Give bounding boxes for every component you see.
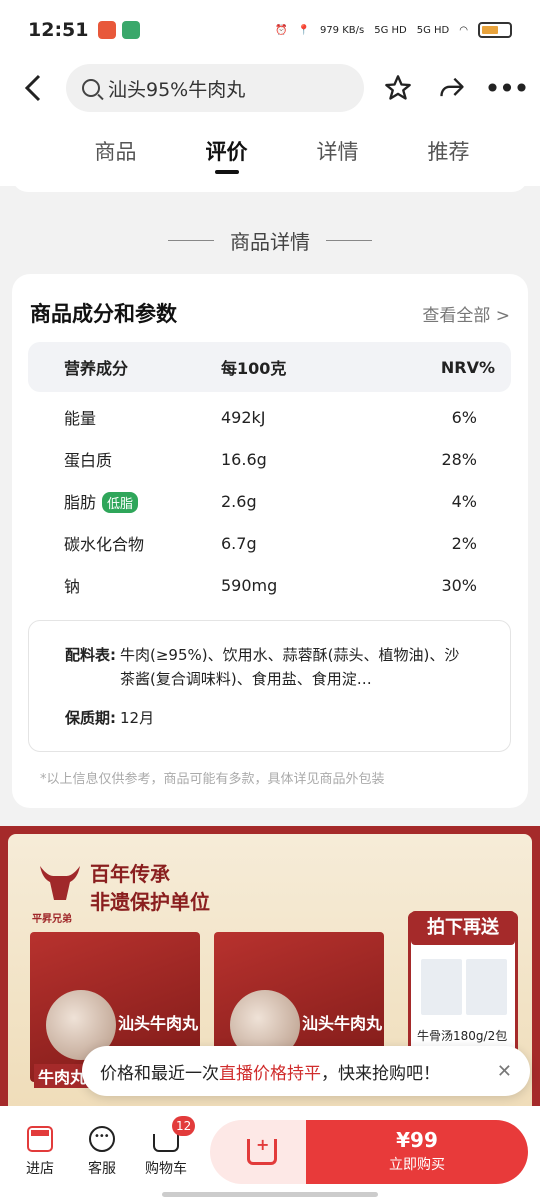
gift-caption: 牛骨汤180g/2包 xyxy=(417,1029,508,1043)
previous-card-edge xyxy=(12,186,528,192)
disclaimer: *以上信息仅供参考，商品可能有多款，具体详见商品外包装 xyxy=(40,772,385,787)
tab-recommend[interactable]: 推荐 xyxy=(393,116,504,186)
status-time: 12:51 xyxy=(28,19,89,41)
share-button[interactable] xyxy=(430,66,474,110)
app-notification-icon xyxy=(122,21,141,39)
bottom-action-bar: 进店 客服 12 购物车 ¥99 立即购买 xyxy=(0,1106,540,1200)
ingredients-box[interactable]: 配料表: 牛肉(≥95%)、饮用水、蒜蓉酥(蒜头、植物油)、沙茶酱(复合调味料)… xyxy=(28,620,511,752)
price-toast: 价格和最近一次直播价格持平，快来抢购吧！ ✕ xyxy=(82,1046,530,1096)
shelf-life-value: 12月 xyxy=(120,709,155,727)
app-notification-icon xyxy=(98,21,117,39)
store-button[interactable]: 进店 xyxy=(12,1126,68,1178)
ingredients-label: 配料表: xyxy=(65,646,116,664)
cart-count-badge: 12 xyxy=(172,1116,196,1136)
price: ¥99 xyxy=(396,1128,438,1152)
top-navigation: 汕头95%牛肉丸 ••• xyxy=(0,60,540,116)
home-indicator[interactable] xyxy=(162,1192,378,1197)
card-title: 商品成分和参数 xyxy=(30,302,177,326)
gift-title: 拍下再送 xyxy=(411,911,515,945)
tab-details[interactable]: 详情 xyxy=(282,116,393,186)
cart-icon xyxy=(153,1134,179,1152)
search-text: 汕头95%牛肉丸 xyxy=(108,78,246,101)
table-row: 能量 492kJ 6% xyxy=(64,407,477,429)
add-to-cart-button[interactable] xyxy=(210,1120,314,1184)
network-speed: 979 xyxy=(319,24,340,36)
favorite-button[interactable] xyxy=(376,66,420,110)
gift-panel: 拍下再送 牛骨汤180g/2包 xyxy=(408,911,518,1062)
buy-label: 立即购买 xyxy=(389,1157,445,1173)
shelf-life-label: 保质期: xyxy=(65,709,116,727)
status-bar: 12:51 ⏰ 📍 979 KB/s 5G HD 5G HD ◠ xyxy=(0,0,540,60)
wifi-icon: ◠ xyxy=(459,24,468,36)
slogan-line2: 非遗保护单位 xyxy=(90,890,210,914)
search-icon xyxy=(82,79,100,97)
share-icon xyxy=(440,77,464,97)
product-params-card: 商品成分和参数 查看全部 > 营养成分 每100克 NRV% 能量 492kJ … xyxy=(12,274,528,808)
buy-now-button[interactable]: ¥99 立即购买 xyxy=(306,1120,528,1184)
view-all-link[interactable]: 查看全部 > xyxy=(422,301,510,326)
add-cart-icon xyxy=(247,1135,277,1165)
signal-icon: 5G HD xyxy=(416,24,450,36)
table-row: 钠 590mg 30% xyxy=(64,575,477,597)
slogan-line1: 百年传承 xyxy=(90,862,170,886)
tab-reviews[interactable]: 评价 xyxy=(171,116,282,186)
nutrition-table-header: 营养成分 每100克 NRV% xyxy=(28,342,511,392)
cart-button[interactable]: 12 购物车 xyxy=(138,1116,196,1178)
chat-icon xyxy=(89,1126,115,1152)
product-tabs: 商品 评价 详情 推荐 xyxy=(0,116,540,186)
table-row: 脂肪 低脂 2.6g 4% xyxy=(64,491,477,513)
chevron-left-icon xyxy=(24,74,41,102)
battery-icon xyxy=(478,22,512,38)
back-button[interactable] xyxy=(8,63,58,113)
more-button[interactable]: ••• xyxy=(484,66,530,110)
table-row: 蛋白质 16.6g 28% xyxy=(64,449,477,471)
star-icon xyxy=(385,75,411,100)
customer-service-button[interactable]: 客服 xyxy=(74,1126,130,1178)
bull-logo-icon xyxy=(40,866,80,900)
search-input[interactable]: 汕头95%牛肉丸 xyxy=(66,64,364,112)
store-icon xyxy=(27,1126,53,1152)
nutrition-table: 能量 492kJ 6% 蛋白质 16.6g 28% 脂肪 低脂 2.6g 4% 碳… xyxy=(28,396,511,606)
brand-name: 平昇兄弟 xyxy=(32,914,72,925)
close-icon[interactable]: ✕ xyxy=(497,1061,512,1082)
signal-icon: 5G HD xyxy=(374,24,407,36)
location-icon: 📍 xyxy=(297,24,310,36)
low-fat-badge: 低脂 xyxy=(102,492,139,513)
table-row: 碳水化合物 6.7g 2% xyxy=(64,533,477,555)
section-title: 商品详情 xyxy=(0,226,540,255)
ingredients-text: 牛肉(≥95%)、饮用水、蒜蓉酥(蒜头、植物油)、沙茶酱(复合调味料)、食用盐、… xyxy=(120,646,460,688)
scroll-content[interactable]: 商品详情 商品成分和参数 查看全部 > 营养成分 每100克 NRV% 能量 4… xyxy=(0,186,540,1106)
alarm-icon: ⏰ xyxy=(275,24,288,36)
more-dots-icon: ••• xyxy=(484,71,530,105)
tab-product[interactable]: 商品 xyxy=(60,116,171,186)
gift-image xyxy=(421,959,507,1015)
toast-highlight: 直播价格持平 xyxy=(219,1063,321,1084)
